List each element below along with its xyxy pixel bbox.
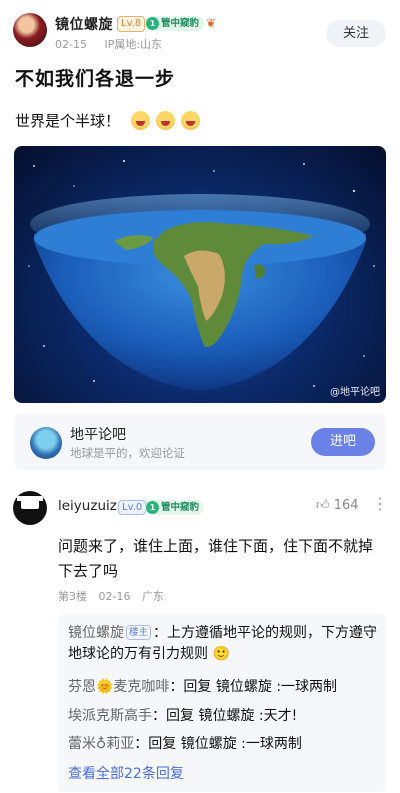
reply-author[interactable]: 芬恩🌞麦克咖啡 [68, 679, 169, 695]
title-badge: 1 管中窥豹 [145, 16, 205, 31]
commenter-level-badge: Lv.0 [118, 500, 147, 515]
view-all-replies-link[interactable]: 查看全部22条回复 [68, 763, 184, 783]
reply-author[interactable]: 蕾米♁莉亚 [68, 736, 134, 752]
grin-emoji-icon [130, 111, 150, 130]
thumbs-up-icon: 👍︎ [316, 498, 330, 513]
post-meta: 02-15 IP属地:山东 [55, 36, 176, 52]
commenter-avatar[interactable] [13, 491, 47, 525]
forum-card[interactable]: 地平论吧 地球是平的，欢迎论证 进吧 [14, 414, 386, 470]
post-title: 不如我们各退一步 [15, 68, 176, 90]
reply-item[interactable]: 埃派克斯高手：回复 镜位螺旋 :天才! [68, 706, 380, 727]
badge-number: 1 [146, 17, 159, 30]
post-date: 02-15 [55, 38, 87, 51]
grin-emoji-icon [180, 111, 200, 130]
author-avatar[interactable] [13, 13, 47, 47]
reply-item[interactable]: 芬恩🌞麦克咖啡：回复 镜位螺旋 :一球两制 [68, 677, 380, 698]
badge-label: 管中窥豹 [161, 18, 200, 29]
comment-meta: 第3楼 02-16 广东 [58, 588, 172, 604]
enter-forum-button[interactable]: 进吧 [311, 428, 375, 456]
reply-item[interactable]: 蕾米♁莉亚：回复 镜位螺旋 :一球两制 [68, 734, 380, 755]
like-count: 164 [333, 498, 359, 513]
forum-name: 地平论吧 [70, 427, 126, 443]
post-image[interactable]: @地平论吧 [14, 146, 386, 403]
reply-author[interactable]: 埃派克斯高手 [68, 708, 152, 724]
reply-text: ：回复 镜位螺旋 :天才! [152, 708, 298, 724]
forum-description: 地球是平的，欢迎论证 [70, 446, 185, 460]
commenter-title-badge: 1 管中窥豹 [145, 500, 205, 515]
more-options-icon[interactable]: ⋮ [372, 494, 388, 513]
comment-floor: 第3楼 [58, 590, 87, 603]
reply-text: ：回复 镜位螺旋 :一球两制 [169, 679, 338, 695]
grin-emoji-icon [155, 111, 175, 130]
post-text: 世界是个半球！ [15, 110, 200, 131]
paw-icon: ❦ [206, 16, 217, 30]
commenter-name[interactable]: leiyuzuiz [58, 498, 117, 514]
owner-tag: 楼主 [126, 625, 152, 640]
level-badge: Lv.8 [117, 16, 146, 32]
reply-text: ：回复 镜位螺旋 :一球两制 [134, 736, 302, 752]
badge-number: 1 [146, 501, 159, 514]
reply-box: 镜位螺旋 楼主 ：上方遵循地平论的规则，下方遵守地球论的万有引力规则 🙂 芬恩🌞麦克… [58, 614, 386, 792]
post-text-content: 世界是个半球！ [15, 112, 121, 130]
like-button[interactable]: 👍︎ 164 [316, 498, 359, 513]
reply-item[interactable]: 镜位螺旋 楼主 ：上方遵循地平论的规则，下方遵守地球论的万有引力规则 🙂 [68, 623, 380, 665]
author-name[interactable]: 镜位螺旋 [55, 14, 113, 34]
follow-button[interactable]: 关注 [326, 20, 386, 47]
post-header: 镜位螺旋 Lv.8 1 管中窥豹 ❦ 02-15 IP属地:山东 关注 [0, 0, 400, 60]
comment-date: 02-16 [98, 590, 131, 603]
comment-text: 问题来了，谁住上面，谁住下面，住下面不就掉下去了吗 [58, 537, 374, 580]
forum-avatar [30, 427, 62, 459]
badge-label: 管中窥豹 [161, 502, 200, 513]
post-ip: IP属地:山东 [104, 38, 163, 51]
reply-author[interactable]: 镜位螺旋 [68, 625, 124, 641]
comment-location: 广东 [141, 590, 164, 603]
half-earth-illustration [28, 159, 375, 391]
image-watermark: @地平论吧 [330, 387, 380, 398]
